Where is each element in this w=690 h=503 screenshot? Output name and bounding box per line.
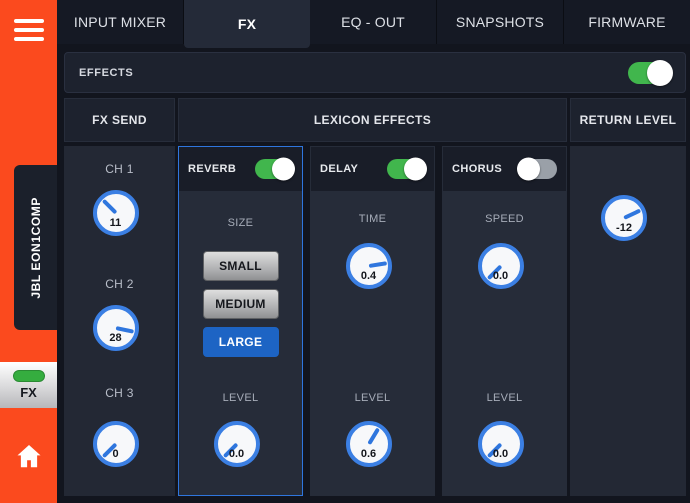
tab-eq-out[interactable]: EQ - OUT <box>310 0 437 44</box>
reverb-panel-body: SIZE SMALL MEDIUM LARGE LEVEL 0.0 <box>179 191 302 495</box>
knob-pointer <box>89 417 143 471</box>
chorus-speed-label: SPEED <box>443 213 566 225</box>
chorus-toggle[interactable] <box>519 159 557 179</box>
fx-send-header: FX SEND <box>64 98 175 142</box>
delay-level-knob[interactable]: 0.6 <box>346 421 392 467</box>
delay-level-value: 0.6 <box>350 448 388 460</box>
tab-input-mixer[interactable]: INPUT MIXER <box>57 0 184 44</box>
ch2-knob[interactable]: 28 <box>93 305 139 351</box>
chorus-panel-body: SPEED 0.0 LEVEL 0.0 <box>443 191 566 495</box>
reverb-panel: REVERB SIZE SMALL MEDIUM LARGE LEVEL <box>178 146 303 496</box>
ch3-knob-value: 0 <box>97 448 135 460</box>
delay-level-label: LEVEL <box>311 392 434 404</box>
device-name-label: JBL EON1COMP <box>29 197 43 299</box>
fx-shortcut-button[interactable]: FX <box>0 362 57 408</box>
tab-snapshots[interactable]: SNAPSHOTS <box>437 0 564 44</box>
effects-bar: EFFECTS <box>64 52 686 93</box>
delay-toggle[interactable] <box>387 159 425 179</box>
chorus-panel: CHORUS SPEED 0.0 LEVEL <box>442 146 567 496</box>
home-icon <box>14 441 44 471</box>
chorus-panel-header: CHORUS <box>443 147 566 191</box>
delay-label: DELAY <box>320 163 358 175</box>
chorus-level-label: LEVEL <box>443 392 566 404</box>
size-small-button[interactable]: SMALL <box>203 251 279 281</box>
reverb-toggle[interactable] <box>255 159 293 179</box>
main-area: INPUT MIXER FX EQ - OUT SNAPSHOTS FIRMWA… <box>57 0 690 503</box>
menu-button[interactable] <box>14 19 44 41</box>
ch1-knob-value: 11 <box>97 217 135 229</box>
size-label: SIZE <box>179 217 302 229</box>
knob-pointer <box>342 418 394 470</box>
chorus-speed-knob[interactable]: 0.0 <box>478 243 524 289</box>
chorus-speed-value: 0.0 <box>482 270 520 282</box>
chorus-level-value: 0.0 <box>482 448 520 460</box>
delay-panel: DELAY TIME 0.4 LEVEL <box>310 146 435 496</box>
toggle-thumb <box>517 158 540 181</box>
knob-pointer <box>599 193 649 243</box>
ch1-label: CH 1 <box>64 162 175 176</box>
knob-pointer <box>474 239 528 293</box>
chorus-level-knob[interactable]: 0.0 <box>478 421 524 467</box>
app-window: JBL EON1COMP FX INPUT MIXER FX EQ - OUT … <box>0 0 690 503</box>
ch2-label: CH 2 <box>64 277 175 291</box>
toggle-thumb <box>404 158 427 181</box>
return-level-value: -12 <box>605 222 643 234</box>
knob-pointer <box>474 417 528 471</box>
delay-panel-header: DELAY <box>311 147 434 191</box>
effects-label: EFFECTS <box>79 67 628 79</box>
delay-time-label: TIME <box>311 213 434 225</box>
ch2-knob-value: 28 <box>97 332 135 344</box>
chorus-label: CHORUS <box>452 163 502 175</box>
section-headers: FX SEND LEXICON EFFECTS RETURN LEVEL <box>64 98 686 142</box>
knob-pointer <box>210 417 264 471</box>
sidebar: JBL EON1COMP FX <box>0 0 57 503</box>
tab-fx[interactable]: FX <box>184 0 310 48</box>
return-level-knob[interactable]: -12 <box>601 195 647 241</box>
size-medium-button[interactable]: MEDIUM <box>203 289 279 319</box>
fx-shortcut-label: FX <box>20 385 37 400</box>
effects-toggle[interactable] <box>628 62 671 84</box>
ch1-knob[interactable]: 11 <box>93 190 139 236</box>
toggle-thumb <box>647 60 673 86</box>
device-tab[interactable]: JBL EON1COMP <box>14 165 57 330</box>
reverb-level-label: LEVEL <box>179 392 302 404</box>
lexicon-effects-section: REVERB SIZE SMALL MEDIUM LARGE LEVEL <box>178 146 567 496</box>
ch3-label: CH 3 <box>64 386 175 400</box>
delay-panel-body: TIME 0.4 LEVEL 0.6 <box>311 191 434 495</box>
reverb-panel-header: REVERB <box>179 147 302 191</box>
tab-firmware[interactable]: FIRMWARE <box>564 0 690 44</box>
fx-send-column: CH 1 11 CH 2 28 CH 3 0 <box>64 146 175 496</box>
delay-time-knob[interactable]: 0.4 <box>346 243 392 289</box>
toggle-thumb <box>272 158 295 181</box>
fx-content: CH 1 11 CH 2 28 CH 3 0 <box>64 146 686 496</box>
hamburger-icon <box>14 19 44 23</box>
reverb-level-value: 0.0 <box>218 448 256 460</box>
knob-pointer <box>89 186 143 240</box>
size-large-button[interactable]: LARGE <box>203 327 279 357</box>
lexicon-effects-header: LEXICON EFFECTS <box>178 98 567 142</box>
delay-time-value: 0.4 <box>350 270 388 282</box>
tab-bar: INPUT MIXER FX EQ - OUT SNAPSHOTS FIRMWA… <box>57 0 690 44</box>
return-level-column: -12 <box>570 146 686 496</box>
reverb-level-knob[interactable]: 0.0 <box>214 421 260 467</box>
ch3-knob[interactable]: 0 <box>93 421 139 467</box>
fx-active-led <box>13 370 45 382</box>
reverb-label: REVERB <box>188 163 236 175</box>
return-level-header: RETURN LEVEL <box>570 98 686 142</box>
home-button[interactable] <box>14 441 44 471</box>
